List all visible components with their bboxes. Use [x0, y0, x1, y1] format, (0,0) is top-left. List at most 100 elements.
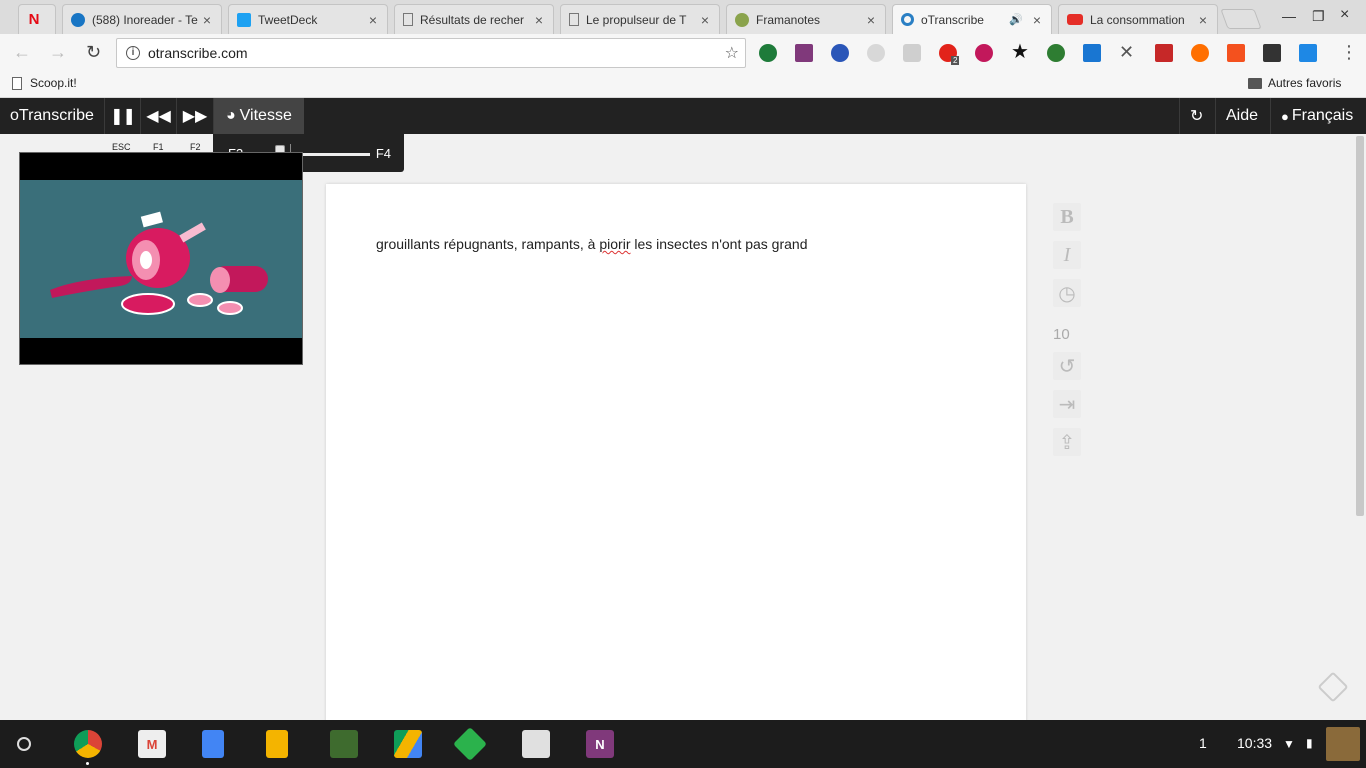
- turtle-extension-icon[interactable]: [1047, 44, 1065, 62]
- forward-icon[interactable]: →: [49, 42, 67, 63]
- key-hint-esc: ESC: [112, 142, 131, 152]
- keep-extension-icon[interactable]: [831, 44, 849, 62]
- pause-button[interactable]: ❚❚: [104, 98, 140, 134]
- document-icon: [569, 13, 579, 26]
- meat-illustration: [50, 211, 268, 315]
- close-icon[interactable]: ×: [199, 12, 215, 28]
- transcript-text[interactable]: grouillants répugnants, rampants, à pior…: [376, 236, 808, 252]
- onenote-app-icon[interactable]: N: [586, 730, 614, 758]
- globe-icon: ●: [1281, 108, 1289, 124]
- feedly-extension-icon[interactable]: [1299, 44, 1317, 62]
- reload-icon[interactable]: ↻: [86, 42, 101, 63]
- extension-green-icon[interactable]: [759, 44, 777, 62]
- tab-la-consommation[interactable]: La consommation ×: [1058, 4, 1218, 34]
- cast-extension-icon[interactable]: [1083, 44, 1101, 62]
- bookmark-star-icon[interactable]: ☆: [725, 43, 739, 63]
- tab-title: oTranscribe: [921, 12, 984, 27]
- skip-seconds: 10: [1053, 326, 1070, 343]
- otranscribe-toolbar: oTranscribe ❚❚ ◀◀ ▶▶ ◕ Vitesse ↻ Aide ● …: [0, 98, 1366, 134]
- speed-button[interactable]: ◕ Vitesse: [213, 98, 304, 134]
- history-button[interactable]: ↺: [1053, 352, 1081, 380]
- feedly-float-icon[interactable]: [1317, 671, 1349, 703]
- bold-button[interactable]: B: [1053, 203, 1081, 231]
- close-icon[interactable]: ×: [1029, 12, 1045, 28]
- tab-strip: N (588) Inoreader - Te × TweetDeck × Rés…: [0, 0, 1366, 34]
- rss-extension-icon[interactable]: [903, 44, 921, 62]
- cross-extension-icon[interactable]: ✕: [1119, 43, 1137, 62]
- close-icon[interactable]: ×: [1195, 12, 1211, 28]
- close-window-icon[interactable]: ×: [1340, 6, 1349, 24]
- scrollbar-thumb[interactable]: [1356, 136, 1364, 516]
- speaker-icon[interactable]: 🔊: [1009, 13, 1023, 26]
- address-bar[interactable]: i otranscribe.com ☆: [116, 38, 746, 68]
- maximize-icon[interactable]: ❐: [1312, 8, 1325, 25]
- gmail-app-icon[interactable]: M: [138, 730, 166, 758]
- play-store-app-icon[interactable]: [522, 730, 550, 758]
- close-icon[interactable]: ×: [863, 12, 879, 28]
- tab-title: TweetDeck: [258, 12, 318, 27]
- feedly-app-icon[interactable]: [453, 727, 487, 761]
- new-tab-button[interactable]: [1220, 9, 1262, 29]
- key-hint-f1: F1: [153, 142, 164, 152]
- menu-icon[interactable]: ⋮: [1340, 42, 1358, 63]
- tab-inoreader[interactable]: (588) Inoreader - Te ×: [62, 4, 222, 34]
- italic-button[interactable]: I: [1053, 241, 1081, 269]
- extension-grey-icon[interactable]: [867, 44, 885, 62]
- tab-resultats[interactable]: Résultats de recher ×: [394, 4, 554, 34]
- video-player[interactable]: [19, 152, 303, 365]
- share-icon: ⇪: [1058, 431, 1076, 454]
- rewind-button[interactable]: ◀◀: [140, 98, 176, 134]
- active-app-dot: [86, 762, 89, 765]
- close-icon[interactable]: ×: [365, 12, 381, 28]
- tab-tweetdeck[interactable]: TweetDeck ×: [228, 4, 388, 34]
- export-button[interactable]: ⇪: [1053, 428, 1081, 456]
- bars-extension-icon[interactable]: [1227, 44, 1245, 62]
- sign-in-icon: ⇥: [1058, 393, 1076, 416]
- sheets-addon-app-icon[interactable]: [330, 730, 358, 758]
- slides-app-icon[interactable]: [266, 730, 288, 758]
- timestamp-button[interactable]: ◷: [1053, 279, 1081, 307]
- url-text: otranscribe.com: [148, 45, 248, 61]
- orange-extension-icon[interactable]: [1191, 44, 1209, 62]
- misspelled-word[interactable]: piorir: [599, 236, 630, 252]
- user-avatar[interactable]: [1326, 727, 1360, 761]
- back-icon[interactable]: ←: [13, 42, 31, 63]
- bookmark-scoopit[interactable]: Scoop.it!: [12, 76, 77, 90]
- help-button[interactable]: Aide: [1215, 98, 1268, 134]
- import-button[interactable]: ⇥: [1053, 390, 1081, 418]
- fast-forward-button[interactable]: ▶▶: [176, 98, 213, 134]
- tab-framanotes[interactable]: Framanotes ×: [726, 4, 886, 34]
- reset-button[interactable]: ↻: [1179, 98, 1213, 134]
- bookmark-other-favorites[interactable]: Autres favoris: [1248, 76, 1341, 90]
- star-extension-icon[interactable]: ★: [1011, 42, 1029, 62]
- launcher-icon[interactable]: [17, 737, 31, 751]
- info-icon[interactable]: i: [126, 46, 140, 60]
- tab-propulseur[interactable]: Le propulseur de T ×: [560, 4, 720, 34]
- framanotes-icon: [735, 12, 749, 27]
- onenote-extension-icon[interactable]: [795, 44, 813, 62]
- tab-netflix[interactable]: N: [18, 4, 56, 34]
- close-icon[interactable]: ×: [531, 12, 547, 28]
- wifi-icon[interactable]: ▼: [1283, 737, 1295, 751]
- close-icon[interactable]: ×: [697, 12, 713, 28]
- clock-time[interactable]: 10:33: [1237, 735, 1272, 751]
- monitor-extension-icon[interactable]: [1263, 44, 1281, 62]
- battery-icon[interactable]: ▮: [1306, 736, 1313, 750]
- page-scrollbar[interactable]: [1354, 134, 1366, 720]
- youtube-icon: [1067, 14, 1083, 25]
- drive-app-icon[interactable]: [394, 730, 422, 758]
- refresh-icon: ↻: [1190, 108, 1204, 125]
- history-icon: ↺: [1058, 355, 1076, 378]
- chrome-app-icon[interactable]: [74, 730, 102, 758]
- bookmark-label: Scoop.it!: [30, 76, 77, 90]
- notification-count[interactable]: 1: [1199, 735, 1207, 751]
- transcript-editor[interactable]: grouillants répugnants, rampants, à pior…: [326, 184, 1026, 724]
- language-button[interactable]: ● Français: [1270, 98, 1363, 134]
- page-icon: [12, 76, 22, 90]
- book-extension-icon[interactable]: [1155, 44, 1173, 62]
- donut-extension-icon[interactable]: [975, 44, 993, 62]
- minimize-icon[interactable]: —: [1282, 8, 1296, 24]
- docs-app-icon[interactable]: [202, 730, 224, 758]
- tab-otranscribe[interactable]: oTranscribe 🔊 ×: [892, 4, 1052, 34]
- key-hint-f2: F2: [190, 142, 201, 152]
